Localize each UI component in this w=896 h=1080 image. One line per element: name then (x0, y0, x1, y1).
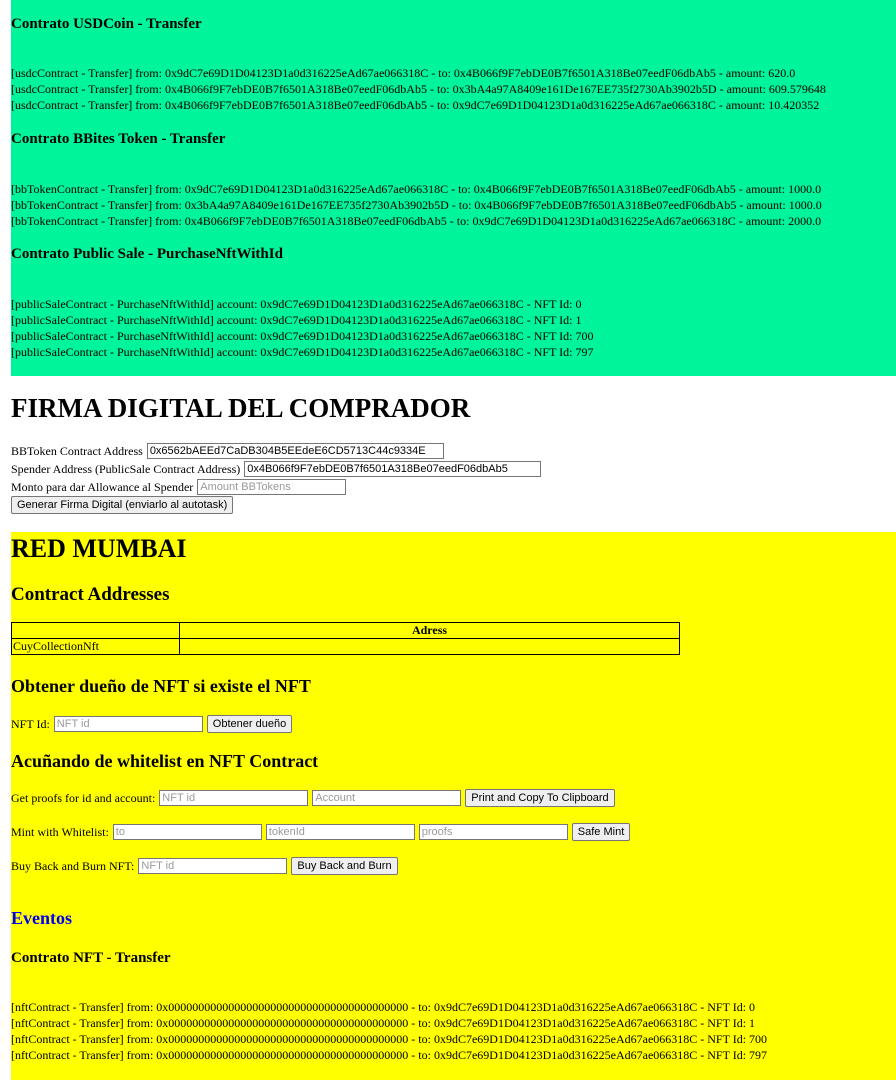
table-cell-contract: CuyCollectionNft (11, 638, 180, 655)
whitelist-title: Acuñando de whitelist en NFT Contract (11, 751, 319, 771)
spender-address-input[interactable] (244, 461, 542, 477)
obtener-dueno-button[interactable]: Obtener dueño (206, 715, 293, 733)
owner-nft-id-input[interactable] (53, 716, 203, 732)
bbtoken-address-input[interactable] (146, 443, 444, 459)
monto-row: Monto para dar Allowance al Spender (11, 479, 347, 495)
bbites-log-line: [bbTokenContract - Transfer] from: 0x3bA… (11, 198, 822, 212)
monto-label: Monto para dar Allowance al Spender (11, 479, 194, 494)
proofs-row: Get proofs for id and account: Print and… (11, 789, 615, 807)
firma-title: FIRMA DIGITAL DEL COMPRADOR (11, 393, 471, 423)
nft-log-line: [nftContract - Transfer] from: 0x0000000… (11, 1048, 768, 1062)
events-section: Contrato USDCoin - Transfer [usdcContrac… (11, 0, 896, 376)
events-title: Eventos (11, 908, 73, 928)
publicsale-title: Contrato Public Sale - PurchaseNftWithId (11, 246, 283, 262)
print-copy-button[interactable]: Print and Copy To Clipboard (465, 789, 615, 807)
table-cell-address (179, 638, 680, 655)
bbites-log-line: [bbTokenContract - Transfer] from: 0x9dC… (11, 182, 822, 196)
publicsale-log-line: [publicSaleContract - PurchaseNftWithId]… (11, 297, 582, 311)
publicsale-log-line: [publicSaleContract - PurchaseNftWithId]… (11, 345, 594, 359)
contract-addresses-table: Adress CuyCollectionNft (11, 622, 680, 655)
publicsale-log-line: [publicSaleContract - PurchaseNftWithId]… (11, 313, 582, 327)
burn-label: Buy Back and Burn NFT: (11, 858, 135, 873)
table-header-cell: Adress (179, 622, 680, 639)
spender-row: Spender Address (PublicSale Contract Add… (11, 461, 542, 477)
table-header-row: Adress (11, 622, 680, 639)
buy-back-burn-button[interactable]: Buy Back and Burn (291, 857, 398, 875)
publicsale-log-line: [publicSaleContract - PurchaseNftWithId]… (11, 329, 594, 343)
mint-tokenid-input[interactable] (265, 824, 415, 840)
usdc-log-line: [usdcContract - Transfer] from: 0x9dC7e6… (11, 66, 796, 80)
table-row: CuyCollectionNft (11, 638, 680, 655)
mint-to-input[interactable] (112, 824, 262, 840)
owner-title: Obtener dueño de NFT si existe el NFT (11, 676, 311, 696)
spender-label: Spender Address (PublicSale Contract Add… (11, 461, 241, 476)
nft-transfer-title: Contrato NFT - Transfer (11, 950, 171, 966)
mumbai-section: RED MUMBAI Contract Addresses Adress Cuy… (11, 532, 896, 1080)
owner-row: NFT Id: Obtener dueño (11, 715, 293, 733)
bbites-title: Contrato BBites Token - Transfer (11, 131, 226, 147)
nft-log-line: [nftContract - Transfer] from: 0x0000000… (11, 1032, 768, 1046)
burn-row: Buy Back and Burn NFT: Buy Back and Burn (11, 857, 398, 875)
nft-log-line: [nftContract - Transfer] from: 0x0000000… (11, 1016, 756, 1030)
usdc-log-line: [usdcContract - Transfer] from: 0x4B066f… (11, 98, 820, 112)
owner-label: NFT Id: (11, 716, 50, 731)
usdc-log-line: [usdcContract - Transfer] from: 0x4B066f… (11, 82, 826, 96)
bbites-log-line: [bbTokenContract - Transfer] from: 0x4B0… (11, 214, 822, 228)
table-header-cell (11, 622, 180, 639)
mint-proofs-input[interactable] (418, 824, 568, 840)
safe-mint-button[interactable]: Safe Mint (571, 823, 631, 841)
bbtoken-row: BBToken Contract Address (11, 443, 444, 459)
usdc-title: Contrato USDCoin - Transfer (11, 16, 202, 32)
firma-button-row: Generar Firma Digital (enviarlo al autot… (11, 496, 234, 514)
proofs-account-input[interactable] (312, 790, 462, 806)
mumbai-title: RED MUMBAI (11, 534, 187, 563)
contract-addresses-title: Contract Addresses (11, 584, 170, 605)
mint-label: Mint with Whitelist: (11, 824, 109, 839)
burn-nft-id-input[interactable] (138, 858, 288, 874)
proofs-nft-id-input[interactable] (159, 790, 309, 806)
nft-log-line: [nftContract - Transfer] from: 0x0000000… (11, 1000, 756, 1014)
monto-input[interactable] (197, 479, 347, 495)
bbtoken-label: BBToken Contract Address (11, 443, 143, 458)
proofs-label: Get proofs for id and account: (11, 790, 156, 805)
mint-row: Mint with Whitelist: Safe Mint (11, 823, 631, 841)
generar-firma-button[interactable]: Generar Firma Digital (enviarlo al autot… (11, 496, 234, 514)
